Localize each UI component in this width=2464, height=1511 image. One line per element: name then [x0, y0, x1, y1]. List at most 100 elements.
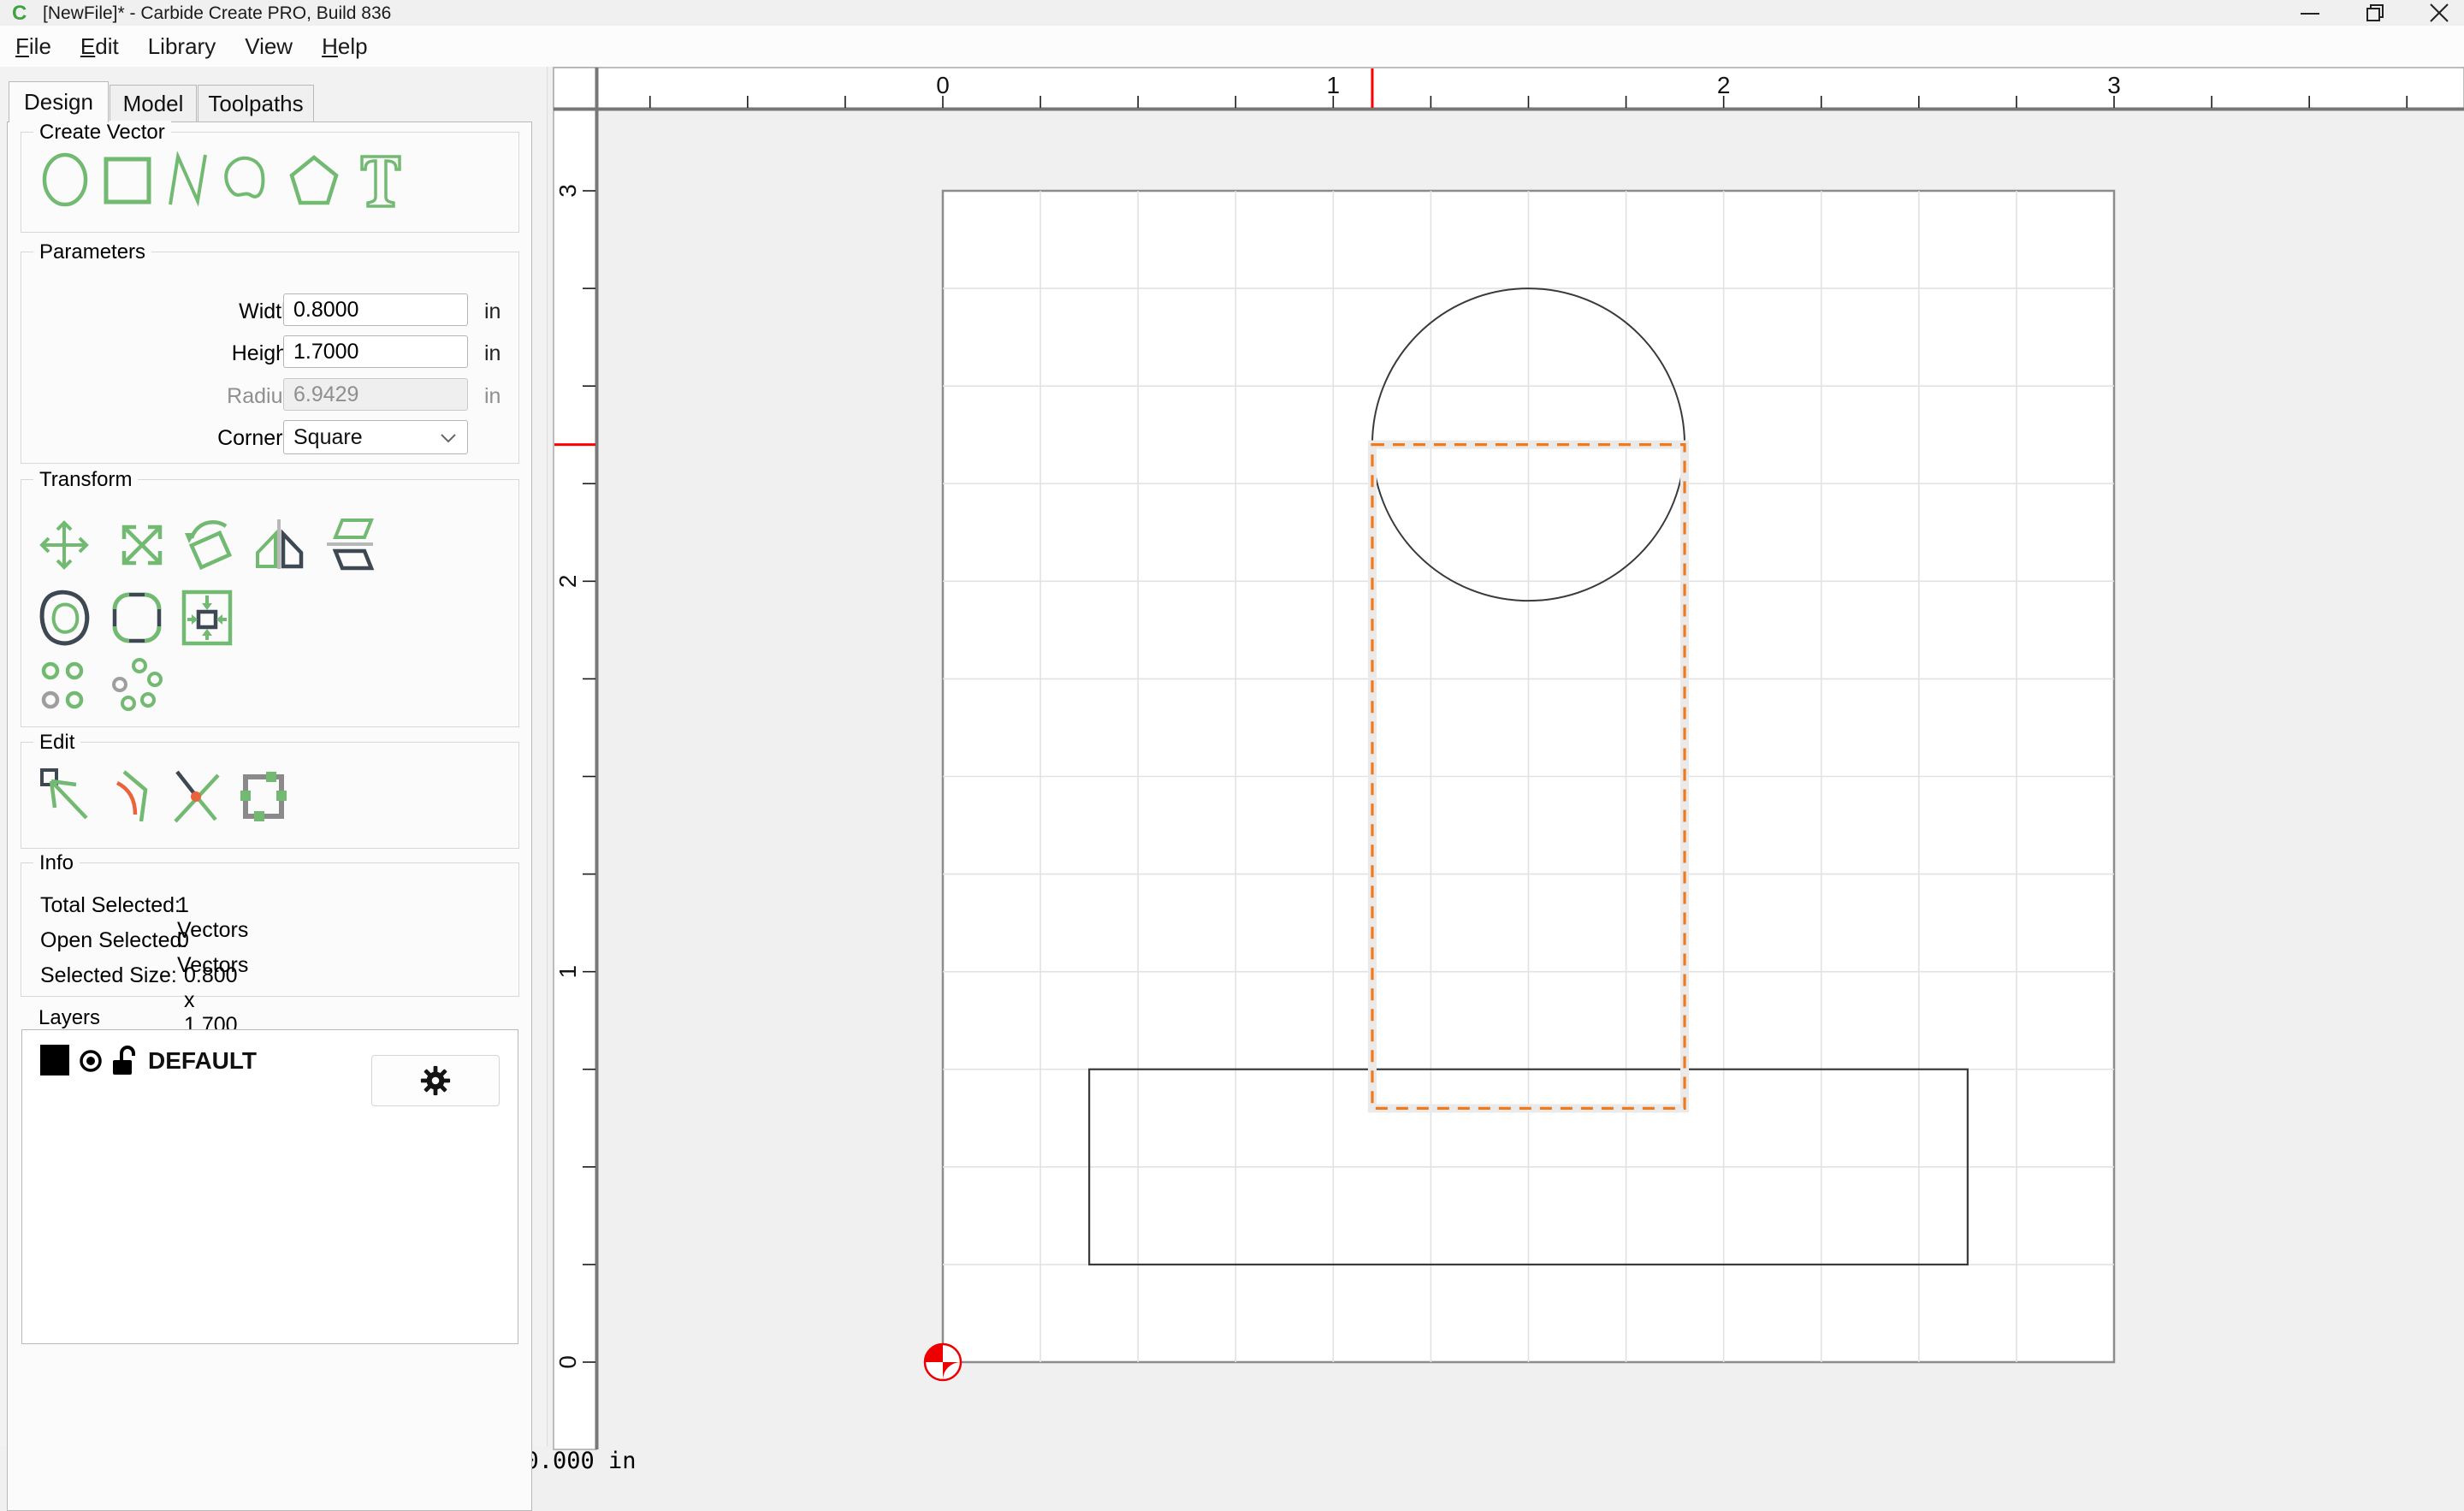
- edit-title: Edit: [33, 731, 81, 755]
- ruler-number: 0: [936, 72, 950, 98]
- ruler-number: 1: [1327, 72, 1341, 98]
- width-input[interactable]: [283, 293, 468, 326]
- text-tool-button[interactable]: [357, 151, 405, 208]
- corners-select[interactable]: Square: [283, 420, 468, 454]
- polyline-tool-icon: [169, 151, 207, 207]
- move-icon: [39, 520, 89, 570]
- width-unit: in: [484, 299, 501, 323]
- flip-tool-button[interactable]: [320, 516, 378, 574]
- menu-library[interactable]: Library: [148, 33, 216, 60]
- tab-design[interactable]: Design: [9, 81, 109, 122]
- corners-label: Corners: [217, 426, 293, 450]
- menu-view[interactable]: View: [245, 33, 293, 60]
- linear-array-icon: [41, 661, 84, 709]
- offset-icon: [39, 590, 90, 646]
- chevron-down-icon: [441, 434, 456, 443]
- move-tool-button[interactable]: [37, 516, 92, 574]
- scale-tool-button[interactable]: [115, 516, 169, 574]
- circle-tool-button[interactable]: [38, 151, 92, 208]
- curve-tool-icon: [224, 156, 265, 199]
- ruler-number: 2: [1717, 72, 1731, 98]
- resize-handles-icon: [240, 772, 287, 821]
- app-logo-icon: C: [12, 2, 27, 25]
- join-vectors-tool-button[interactable]: [169, 767, 225, 827]
- menu-help[interactable]: Help: [322, 33, 367, 60]
- ruler-number: 3: [2107, 72, 2121, 98]
- circular-array-icon: [112, 658, 163, 711]
- polyline-tool-button[interactable]: [165, 151, 210, 208]
- radius-unit: in: [484, 384, 501, 408]
- scale-icon: [121, 524, 163, 566]
- flip-icon: [327, 518, 375, 571]
- create-vector-group: Create Vector: [21, 121, 519, 233]
- menu-file[interactable]: File: [15, 33, 51, 60]
- ruler-number: 0: [554, 1355, 581, 1369]
- tab-toolpaths[interactable]: Toolpaths: [198, 85, 314, 122]
- polygon-tool-button[interactable]: [288, 151, 340, 208]
- resize-handles-tool-button[interactable]: [235, 767, 292, 827]
- layer-visibility-toggle[interactable]: [77, 1047, 104, 1079]
- create-vector-title: Create Vector: [33, 121, 171, 145]
- eye-icon: [80, 1050, 102, 1072]
- ruler-number: 1: [554, 965, 581, 979]
- rotate-tool-button[interactable]: [181, 516, 240, 574]
- round-corners-icon: [112, 592, 162, 643]
- transform-title: Transform: [33, 468, 139, 492]
- gear-icon: [420, 1065, 451, 1096]
- restore-icon: [2366, 4, 2384, 21]
- circular-array-tool-button[interactable]: [109, 656, 163, 713]
- minimize-button[interactable]: [2273, 0, 2347, 26]
- polygon-tool-icon: [289, 155, 339, 205]
- linear-array-tool-button[interactable]: [38, 660, 90, 713]
- mirror-tool-button[interactable]: [250, 516, 308, 574]
- info-group: Info Total Selected: 1 Vectors Open Selec…: [21, 851, 519, 1037]
- trim-vectors-tool-button[interactable]: [104, 767, 160, 827]
- layer-lock-toggle[interactable]: [111, 1044, 139, 1082]
- height-input[interactable]: [283, 335, 468, 368]
- ruler-number: 3: [554, 184, 581, 198]
- info-total-selected: Total Selected: 1 Vectors: [40, 893, 249, 942]
- layer-name[interactable]: DEFAULT: [148, 1047, 257, 1075]
- title-bar: C [NewFile]* - Carbide Create PRO, Build…: [0, 0, 2464, 26]
- horizontal-ruler: [553, 67, 2464, 110]
- mirror-icon: [256, 519, 304, 569]
- circle-tool-icon: [42, 152, 88, 207]
- layers-title: Layers: [33, 1006, 107, 1030]
- node-edit-tool-button[interactable]: [37, 767, 93, 827]
- info-open-selected: Open Selected: 0 Vectors: [40, 928, 249, 977]
- join-vectors-icon: [174, 770, 220, 823]
- parameters-title: Parameters: [33, 240, 152, 264]
- edit-group: Edit: [21, 731, 519, 849]
- info-selected-size: Selected Size: 0.800 x 1.700: [40, 963, 238, 1037]
- design-canvas[interactable]: 0 1 2 3 0 1 2 3: [548, 67, 2464, 1460]
- unlock-icon: [113, 1046, 135, 1075]
- nest-icon: [181, 590, 233, 646]
- minimize-icon: [2301, 13, 2319, 15]
- menu-edit[interactable]: Edit: [80, 33, 119, 60]
- layer-color-swatch[interactable]: [40, 1045, 69, 1075]
- close-icon: [2430, 3, 2449, 22]
- rectangle-tool-icon: [104, 157, 151, 204]
- trim-vectors-icon: [116, 770, 148, 822]
- rotate-icon: [185, 519, 233, 571]
- offset-tool-button[interactable]: [37, 587, 93, 649]
- curve-tool-button[interactable]: [216, 151, 270, 208]
- tab-model[interactable]: Model: [110, 85, 197, 122]
- round-corners-tool-button[interactable]: [109, 587, 165, 649]
- design-panel: Design Model Toolpaths Create Vector Par…: [0, 67, 548, 1511]
- nest-tool-button[interactable]: [179, 587, 235, 649]
- height-unit: in: [484, 341, 501, 365]
- parameters-group: Parameters Width in Height in Radius in …: [21, 240, 519, 464]
- window-title: [NewFile]* - Carbide Create PRO, Build 8…: [43, 3, 392, 23]
- node-edit-icon: [40, 768, 88, 820]
- layer-settings-button[interactable]: [371, 1055, 500, 1106]
- vertical-ruler: [553, 67, 597, 1450]
- close-button[interactable]: [2402, 0, 2464, 26]
- ruler-number: 2: [554, 575, 581, 589]
- layers-group: Layers DEFAULT: [21, 1006, 519, 1356]
- menu-bar: File Edit Library View Help: [0, 26, 2464, 68]
- transform-group: Transform: [21, 468, 519, 727]
- radius-input: [283, 378, 468, 411]
- text-tool-icon: [360, 155, 401, 208]
- rectangle-tool-button[interactable]: [100, 151, 155, 208]
